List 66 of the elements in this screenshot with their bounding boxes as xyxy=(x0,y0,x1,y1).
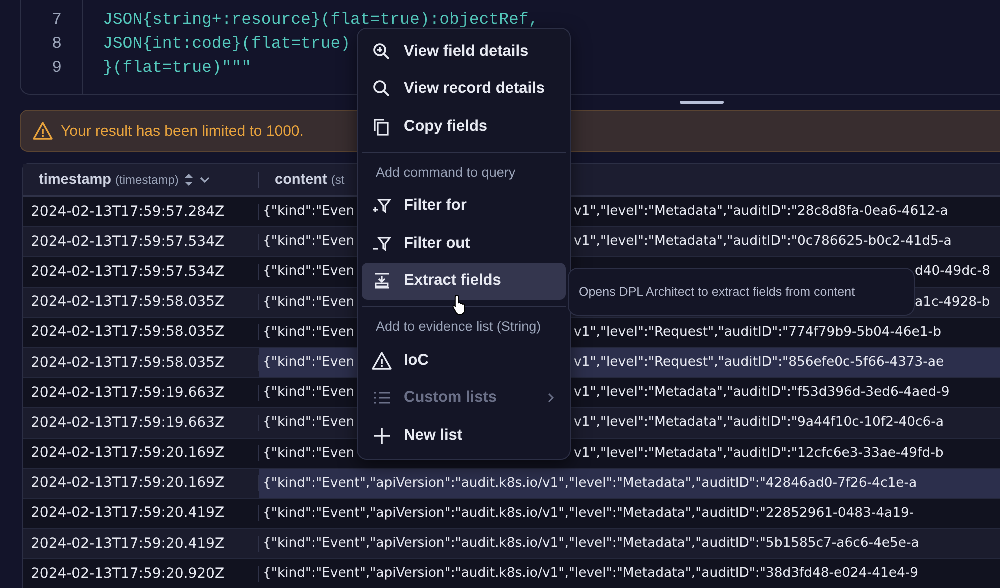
table-cell: 2024-02-13T17:59:57.534Z xyxy=(23,264,259,280)
cell-text: {"kind":"Even xyxy=(263,204,355,220)
cell-text: {"kind":"Even xyxy=(263,264,355,280)
warning-icon xyxy=(33,121,53,141)
hand-cursor-icon xyxy=(452,294,468,316)
code-line: JSON{string+:resource}(flat=true):objectRef, xyxy=(103,9,539,31)
cell-text: {"kind":"Event","apiVersion":"audit.k8s.io/v1","level":"Metadata","auditID":"5b1585c7-a6c6-4e5e-a xyxy=(263,536,920,552)
table-cell: 2024-02-13T17:59:20.419Z xyxy=(23,536,259,552)
menu-item[interactable]: New list xyxy=(362,417,566,454)
cell-text: a1c-4928-b xyxy=(915,294,990,310)
extract-icon xyxy=(372,271,392,292)
warning-text: Your result has been limited to 1000. xyxy=(61,122,304,140)
filter-plus-icon xyxy=(372,196,392,216)
table-cell: 2024-02-13T17:59:58.035Z xyxy=(23,294,259,310)
code-line: JSON{int:code}(flat=true) xyxy=(103,33,351,55)
column-type: (timestamp) xyxy=(116,172,179,186)
cell-text: {"kind":"Even xyxy=(263,355,355,370)
cell-text: v1","level":"Metadata","auditID":"0c786625-b0c2-41d5-a xyxy=(574,234,952,250)
cell-text: {"kind":"Even xyxy=(263,234,355,250)
table-cell: 2024-02-13T17:59:57.284Z xyxy=(23,204,259,220)
menu-item[interactable]: IoC xyxy=(362,342,566,380)
zoom-in-icon xyxy=(372,42,392,62)
plus-icon xyxy=(372,426,392,446)
cell-text: v1","level":"Request","auditID":"774f79b9-5b04-46e1-b xyxy=(574,324,942,340)
menu-item[interactable]: Filter out xyxy=(362,225,566,262)
column-type: (st xyxy=(331,172,345,186)
line-number: 8 xyxy=(52,33,62,55)
cell-text: {"kind":"Event","apiVersion":"audit.k8s.io/v1","level":"Metadata","auditID":"38d3fd48-e024-41e4-9 xyxy=(263,566,919,582)
resize-handle[interactable] xyxy=(680,101,724,104)
column-header[interactable]: timestamp xyxy=(39,172,112,188)
line-number: 7 xyxy=(52,9,62,31)
line-number: 9 xyxy=(52,57,62,79)
table-cell: 2024-02-13T17:59:19.663Z xyxy=(23,384,259,401)
menu-section-header: Add to evidence list (String) xyxy=(375,318,542,336)
cell-text: {"kind":"Even xyxy=(263,415,355,430)
cell-text: v1","level":"Metadata","auditID":"12cfc6e3-33ae-49fd-b xyxy=(574,446,944,461)
cell-text: v1","level":"Metadata","auditID":"9a44f10c-10f2-40c6-a xyxy=(574,415,944,430)
sort-icon[interactable] xyxy=(182,172,195,186)
tooltip: Opens DPL Architect to extract fields from content xyxy=(568,268,915,316)
table-cell: 2024-02-13T17:59:20.169Z xyxy=(23,445,259,462)
menu-item[interactable]: Filter for xyxy=(362,188,566,225)
table-cell: 2024-02-13T17:59:20.419Z xyxy=(23,505,259,522)
cell-text: {"kind":"Event","apiVersion":"audit.k8s.io/v1","level":"Metadata","auditID":"22852961-0483-4a19- xyxy=(263,506,914,521)
column-header[interactable]: content xyxy=(275,172,328,188)
table-cell: 2024-02-13T17:59:19.663Z xyxy=(23,414,259,431)
cell-text: {"kind":"Event","apiVersion":"audit.k8s.io/v1","level":"Metadata","auditID":"42846ad0-7f26-4c1e-a xyxy=(263,476,918,491)
table-cell: 2024-02-13T17:59:58.035Z xyxy=(23,324,259,340)
menu-item[interactable]: View record details xyxy=(362,70,566,108)
cell-text: {"kind":"Even xyxy=(263,385,355,400)
code-line: }(flat=true)""" xyxy=(103,57,252,79)
cell-text: v1","level":"Request","auditID":"856efe0c-5f66-4373-ae xyxy=(574,355,944,370)
cell-text: {"kind":"Even xyxy=(263,446,355,461)
cell-text: v1","level":"Metadata","auditID":"28c8d8fa-0ea6-4612-a xyxy=(574,204,948,220)
warning-icon xyxy=(372,350,392,371)
menu-item[interactable]: View field details xyxy=(362,33,566,70)
menu-section-header: Add command to query xyxy=(375,164,517,182)
table-cell: 2024-02-13T17:59:57.534Z xyxy=(23,234,259,250)
menu-item[interactable]: Extract fields xyxy=(362,262,566,300)
menu-item[interactable]: Copy fields xyxy=(362,108,566,146)
search-icon xyxy=(372,79,392,100)
cell-text: {"kind":"Even xyxy=(263,294,355,310)
cell-text: d40-49dc-8 xyxy=(915,264,990,280)
cell-text: v1","level":"Metadata","auditID":"f53d396d-3ed6-4aed-9 xyxy=(574,385,950,400)
cell-text: {"kind":"Even xyxy=(263,324,355,340)
copy-icon xyxy=(372,116,392,137)
table-cell: 2024-02-13T17:59:20.920Z xyxy=(23,566,259,582)
